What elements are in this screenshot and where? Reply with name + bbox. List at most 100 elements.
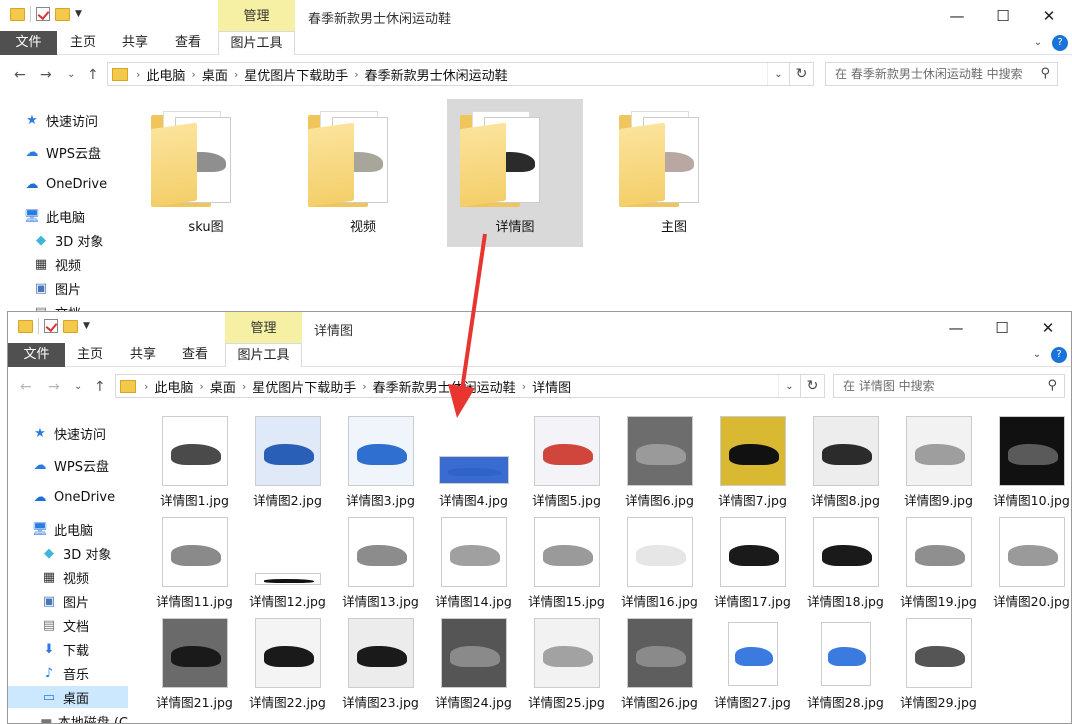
nav-item[interactable]: ☁ OneDrive — [0, 173, 120, 195]
file-item[interactable]: 详情图15.jpg — [520, 513, 613, 613]
up-icon[interactable]: ↑ — [94, 379, 106, 395]
new-folder-icon[interactable] — [55, 7, 70, 21]
customize-dropdown-icon[interactable]: ▼ — [75, 9, 82, 19]
file-item[interactable]: 详情图21.jpg — [148, 614, 241, 714]
forward-icon[interactable]: → — [40, 67, 52, 83]
tab-home[interactable]: 主页 — [67, 343, 113, 367]
close-icon[interactable]: ✕ — [1026, 0, 1072, 31]
manage-context-tab[interactable]: 管理 — [225, 312, 302, 343]
nav-item[interactable]: ☁ WPS云盘 — [8, 454, 128, 476]
file-item[interactable]: 详情图6.jpg — [613, 412, 706, 512]
file-item[interactable]: 详情图4.jpg — [427, 412, 520, 512]
nav-item[interactable]: ☁ WPS云盘 — [0, 141, 120, 163]
file-item[interactable]: 详情图16.jpg — [613, 513, 706, 613]
file-item[interactable]: 详情图5.jpg — [520, 412, 613, 512]
properties-icon[interactable] — [44, 319, 58, 333]
tab-share[interactable]: 共享 — [120, 343, 166, 367]
help-icon[interactable]: ? — [1051, 347, 1067, 363]
breadcrumb-item[interactable]: 此电脑 — [154, 377, 193, 396]
nav-item[interactable]: ▤ 文档 — [8, 614, 128, 636]
folder-item[interactable]: 详情图 — [447, 99, 583, 247]
file-item[interactable]: 详情图22.jpg — [241, 614, 334, 714]
folder-icon[interactable] — [10, 7, 25, 21]
help-icon[interactable]: ? — [1052, 35, 1068, 51]
expand-ribbon-icon[interactable]: ⌄ — [1030, 35, 1046, 51]
breadcrumb-item[interactable]: 星优图片下载助手 — [252, 377, 356, 396]
tab-file[interactable]: 文件 — [0, 31, 57, 55]
recent-dropdown-icon[interactable]: ⌄ — [74, 381, 82, 392]
file-item[interactable]: 详情图26.jpg — [613, 614, 706, 714]
back-icon[interactable]: ← — [14, 67, 26, 83]
nav-item[interactable]: ▬ 本地磁盘 (C — [8, 710, 128, 724]
folder-item[interactable]: sku图 — [138, 99, 274, 247]
new-folder-icon[interactable] — [63, 319, 78, 333]
file-item[interactable]: 详情图11.jpg — [148, 513, 241, 613]
nav-item[interactable]: ▦ 视频 — [8, 566, 128, 588]
file-item[interactable]: 详情图18.jpg — [799, 513, 892, 613]
breadcrumb-item[interactable]: 桌面 — [210, 377, 236, 396]
address-dropdown-icon[interactable]: ⌄ — [778, 375, 800, 397]
file-item[interactable]: 详情图20.jpg — [985, 513, 1071, 613]
recent-dropdown-icon[interactable]: ⌄ — [67, 69, 75, 80]
refresh-icon[interactable]: ↻ — [801, 374, 825, 398]
expand-ribbon-icon[interactable]: ⌄ — [1029, 347, 1045, 363]
file-item[interactable]: 详情图1.jpg — [148, 412, 241, 512]
search-icon[interactable]: ⚲ — [1047, 375, 1057, 397]
tab-home[interactable]: 主页 — [60, 31, 106, 55]
nav-item[interactable]: ◆ 3D 对象 — [0, 229, 120, 251]
tab-picture-tools[interactable]: 图片工具 — [225, 343, 302, 367]
nav-item[interactable]: ◆ 3D 对象 — [8, 542, 128, 564]
nav-item[interactable]: ▭ 桌面 — [8, 686, 128, 708]
minimize-icon[interactable]: — — [933, 312, 979, 343]
nav-item[interactable]: ★ 快速访问 — [8, 422, 128, 444]
forward-icon[interactable]: → — [48, 379, 60, 395]
up-icon[interactable]: ↑ — [87, 67, 99, 83]
file-item[interactable]: 详情图25.jpg — [520, 614, 613, 714]
tab-share[interactable]: 共享 — [112, 31, 158, 55]
breadcrumb-item[interactable]: 此电脑 — [146, 65, 185, 84]
file-item[interactable]: 详情图23.jpg — [334, 614, 427, 714]
file-item[interactable]: 详情图2.jpg — [241, 412, 334, 512]
folder-item[interactable]: 主图 — [606, 99, 742, 247]
file-item[interactable]: 详情图27.jpg — [706, 614, 799, 714]
close-icon[interactable]: ✕ — [1025, 312, 1071, 343]
folder-item[interactable]: 视频 — [295, 99, 431, 247]
tab-view[interactable]: 查看 — [172, 343, 218, 367]
breadcrumb-item[interactable]: 春季新款男士休闲运动鞋 — [373, 377, 516, 396]
file-item[interactable]: 详情图13.jpg — [334, 513, 427, 613]
nav-item[interactable]: ▦ 视频 — [0, 253, 120, 275]
file-item[interactable]: 详情图7.jpg — [706, 412, 799, 512]
file-item[interactable]: 详情图28.jpg — [799, 614, 892, 714]
tab-file[interactable]: 文件 — [8, 343, 65, 367]
nav-item[interactable]: ▣ 图片 — [8, 590, 128, 612]
tab-view[interactable]: 查看 — [165, 31, 211, 55]
maximize-icon[interactable]: ☐ — [980, 0, 1026, 31]
properties-icon[interactable] — [36, 7, 50, 21]
breadcrumb-item[interactable]: 春季新款男士休闲运动鞋 — [365, 65, 508, 84]
search-icon[interactable]: ⚲ — [1040, 63, 1050, 85]
breadcrumb-item[interactable]: 星优图片下载助手 — [244, 65, 348, 84]
nav-item[interactable]: 🖥 此电脑 — [8, 518, 128, 540]
search-input[interactable]: 在 春季新款男士休闲运动鞋 中搜索 ⚲ — [825, 62, 1058, 86]
file-item[interactable]: 详情图9.jpg — [892, 412, 985, 512]
refresh-icon[interactable]: ↻ — [790, 62, 814, 86]
nav-item[interactable]: ☁ OneDrive — [8, 486, 128, 508]
file-item[interactable]: 详情图14.jpg — [427, 513, 520, 613]
breadcrumb-item[interactable]: 桌面 — [202, 65, 228, 84]
breadcrumb-item[interactable]: 详情图 — [532, 377, 571, 396]
nav-item[interactable]: ▣ 图片 — [0, 277, 120, 299]
nav-item[interactable]: 🖥 此电脑 — [0, 205, 120, 227]
file-item[interactable]: 详情图12.jpg — [241, 513, 334, 613]
customize-dropdown-icon[interactable]: ▼ — [83, 321, 90, 331]
file-item[interactable]: 详情图8.jpg — [799, 412, 892, 512]
address-bar[interactable]: › 此电脑 › 桌面 › 星优图片下载助手 › 春季新款男士休闲运动鞋 ⌄ — [107, 62, 790, 86]
nav-item[interactable]: ♪ 音乐 — [8, 662, 128, 684]
maximize-icon[interactable]: ☐ — [979, 312, 1025, 343]
minimize-icon[interactable]: — — [934, 0, 980, 31]
manage-context-tab[interactable]: 管理 — [218, 0, 295, 31]
address-bar[interactable]: › 此电脑 › 桌面 › 星优图片下载助手 › 春季新款男士休闲运动鞋 › 详情… — [115, 374, 801, 398]
file-item[interactable]: 详情图24.jpg — [427, 614, 520, 714]
back-icon[interactable]: ← — [20, 379, 32, 395]
file-item[interactable]: 详情图19.jpg — [892, 513, 985, 613]
tab-picture-tools[interactable]: 图片工具 — [218, 31, 295, 55]
